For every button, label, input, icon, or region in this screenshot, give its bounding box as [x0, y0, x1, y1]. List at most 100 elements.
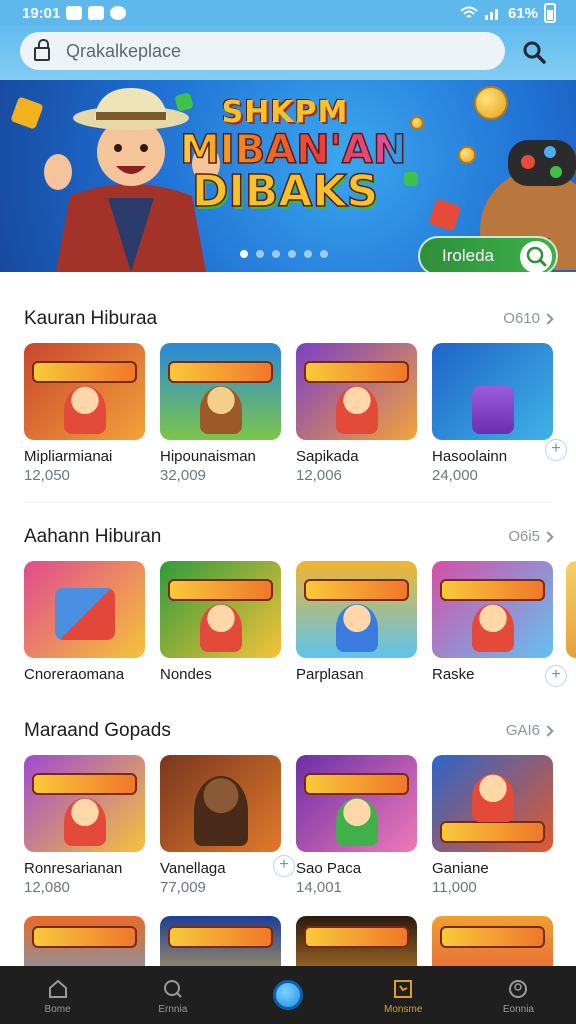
see-all-link[interactable]: O6i5 [508, 528, 554, 545]
coin-decoration [474, 86, 508, 120]
chevron-right-icon [542, 312, 554, 325]
game-card[interactable]: Mipliarmianai 12,050 [24, 343, 145, 484]
cube-decoration [428, 198, 462, 232]
nav-label: Ernnia [158, 1004, 188, 1015]
game-thumbnail [160, 561, 281, 658]
game-card[interactable]: Sao Paca 14,001 [296, 755, 417, 896]
coin-decoration [458, 146, 476, 164]
nav-monsme[interactable]: Monsme [346, 966, 461, 1024]
nav-label: Bome [44, 1004, 71, 1015]
section-title: Aahann Hiburan [24, 526, 162, 547]
signal-icon [484, 9, 498, 20]
game-card[interactable]: Parplasan [296, 561, 417, 683]
banner-title: SHKPM MIBAN'AN DIBAKS [179, 95, 407, 217]
see-all-link[interactable]: GAI6 [506, 722, 554, 739]
game-title: Vanellaga [160, 860, 226, 877]
carousel-dot[interactable] [256, 250, 264, 258]
game-title: Mipliarmianai [24, 448, 113, 465]
home-icon [48, 979, 67, 998]
search-icon [520, 241, 552, 272]
nav-search[interactable]: Ernnia [115, 966, 230, 1024]
game-thumbnail [432, 343, 553, 440]
game-card[interactable]: Sapikada 12,006 [296, 343, 417, 484]
app-header [0, 26, 576, 80]
banner-cta-button[interactable]: Iroleda [418, 236, 558, 272]
game-row: Ronresarianan 12,080 Vanellaga 77,009 + … [24, 755, 553, 896]
promo-banner[interactable]: SHKPM MIBAN'AN DIBAKS Iroleda [0, 80, 576, 272]
section-title: Maraand Gopads [24, 720, 171, 741]
add-icon[interactable]: + [545, 439, 567, 461]
game-card[interactable]: Hipounaisman 32,009 [160, 343, 281, 484]
search-icon [163, 980, 182, 998]
banner-cta-label: Iroleda [442, 246, 494, 265]
game-card[interactable]: Vanellaga 77,009 + [160, 755, 295, 896]
game-thumbnail [24, 343, 145, 440]
section-aahann-hiburan: Aahann Hiburan O6i5 [0, 526, 576, 554]
nav-center-action[interactable] [230, 966, 345, 1024]
nav-label: Monsme [384, 1004, 423, 1015]
game-count: 12,050 [24, 467, 70, 484]
game-card[interactable]: Ronresarianan 12,080 [24, 755, 145, 896]
carousel-dot[interactable] [288, 250, 296, 258]
nav-home[interactable]: Bome [0, 966, 115, 1024]
game-card[interactable]: Hasoolainn 24,000 + [432, 343, 567, 484]
section-header: Maraand Gopads GAI6 [0, 720, 576, 748]
notification-icon [66, 6, 83, 20]
wifi-icon [460, 6, 478, 18]
game-thumbnail [296, 561, 417, 658]
nav-profile[interactable]: Eonnia [461, 966, 576, 1024]
game-row: Cnoreraomana Nondes Parplasan Raske + [24, 561, 567, 687]
game-title: Sao Paca [296, 860, 362, 877]
message-icon [88, 6, 105, 20]
chevron-right-icon [542, 724, 554, 737]
profile-icon [509, 980, 528, 998]
see-all-link[interactable]: O610 [503, 310, 554, 327]
game-thumbnail [432, 561, 553, 658]
battery-icon [544, 3, 556, 23]
banner-title-line2: MIBAN'AN [179, 127, 407, 173]
see-all-label: O6i5 [508, 528, 540, 545]
banner-title-line3: DIBAKS [191, 166, 379, 217]
see-all-label: O610 [503, 310, 540, 327]
search-icon[interactable] [520, 38, 548, 66]
game-title: Hasoolainn [432, 448, 508, 465]
game-thumbnail [24, 755, 145, 852]
game-count: 11,000 [432, 879, 477, 896]
add-icon[interactable]: + [545, 665, 567, 687]
game-thumbnail [296, 343, 417, 440]
cube-decoration [404, 172, 418, 186]
carousel-dot[interactable] [304, 250, 312, 258]
carousel-dot[interactable] [272, 250, 280, 258]
game-card[interactable]: Nondes [160, 561, 281, 683]
carousel-dot[interactable] [320, 250, 328, 258]
search-input[interactable] [66, 40, 466, 62]
carousel-indicator[interactable] [240, 250, 328, 258]
game-card[interactable]: Raske + [432, 561, 567, 687]
game-count: 77,009 [160, 879, 206, 896]
game-title: Parplasan [296, 666, 364, 683]
section-divider [24, 502, 552, 503]
banner-title-line1: SHKPM [221, 95, 349, 130]
search-bar[interactable] [20, 32, 505, 70]
game-title: Sapikada [296, 448, 359, 465]
status-bar: 19:01 61% [0, 0, 576, 26]
status-time: 19:01 [22, 4, 61, 22]
section-maraand-gopads: Maraand Gopads GAI6 [0, 720, 576, 748]
section-header: Kauran Hiburaa O610 [0, 308, 576, 336]
game-title: Ganiane [432, 860, 489, 877]
nav-label: Eonnia [502, 1004, 534, 1015]
section-header: Aahann Hiburan O6i5 [0, 526, 576, 554]
game-thumbnail [432, 755, 553, 852]
game-title: Nondes [160, 666, 212, 683]
game-card[interactable]: Cnoreraomana [24, 561, 145, 683]
add-icon[interactable]: + [273, 855, 295, 877]
game-title: Cnoreraomana [24, 666, 125, 683]
coin-decoration [410, 116, 424, 130]
center-action-icon [273, 980, 303, 1010]
section-title: Kauran Hiburaa [24, 308, 158, 329]
calendar-icon [394, 980, 413, 998]
bottom-navigation: Bome Ernnia Monsme Eonnia [0, 966, 576, 1024]
game-card[interactable]: Ganiane 11,000 [432, 755, 553, 896]
game-count: 12,006 [296, 467, 342, 484]
carousel-dot[interactable] [240, 250, 248, 258]
